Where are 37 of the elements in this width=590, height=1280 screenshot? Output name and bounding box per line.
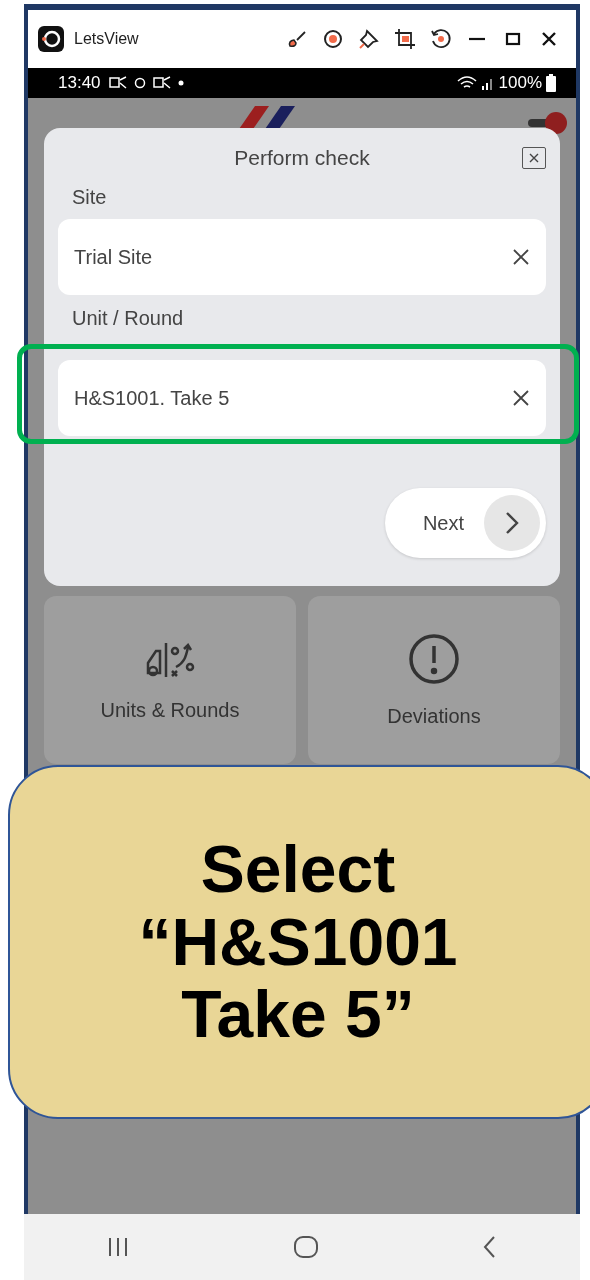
clear-icon[interactable]: [512, 248, 530, 266]
dialog-title: Perform check: [234, 146, 370, 170]
chevron-right-icon: [505, 511, 519, 535]
record-icon[interactable]: [322, 28, 344, 50]
notification-icon: [152, 76, 171, 90]
callout-text: Select: [200, 833, 396, 906]
clear-icon[interactable]: [512, 389, 530, 407]
select-field[interactable]: Trial Site: [58, 219, 546, 295]
crop-icon[interactable]: [394, 28, 416, 50]
close-button[interactable]: [522, 147, 546, 169]
home-icon[interactable]: [293, 1235, 319, 1259]
exclamation-circle-icon: [408, 632, 460, 685]
callout-text: “H&S1001: [138, 905, 458, 979]
field-value: Trial Site: [74, 245, 153, 269]
window-title: LetsView: [74, 30, 140, 48]
select-field[interactable]: H&S1001. Take 5: [58, 360, 546, 436]
callout-text: Take 5”: [181, 978, 415, 1051]
field-label: Unit / Round: [72, 307, 185, 330]
menu-tile[interactable]: Units & Rounds: [44, 596, 296, 764]
menu-tile[interactable]: Deviations: [308, 596, 560, 764]
field-value: H&S1001. Take 5: [74, 386, 230, 410]
battery-percent: 100%: [498, 73, 542, 93]
tile-label: Units & Rounds: [100, 698, 240, 722]
app-logo-icon: [38, 26, 64, 52]
tile-label: Deviations: [387, 704, 481, 728]
wifi-icon: [456, 75, 477, 91]
close-icon: [529, 153, 539, 163]
rotate-icon[interactable]: [430, 28, 452, 50]
status-time: 13:40: [58, 73, 101, 93]
next-button[interactable]: Next: [384, 488, 546, 558]
pin-icon[interactable]: [358, 28, 380, 50]
field-label: Site: [72, 186, 108, 209]
dot-icon: [176, 79, 185, 87]
sync-icon: [132, 76, 147, 90]
brush-icon[interactable]: [286, 28, 308, 50]
battery-icon: [546, 74, 556, 92]
notification-icon: [108, 76, 127, 90]
